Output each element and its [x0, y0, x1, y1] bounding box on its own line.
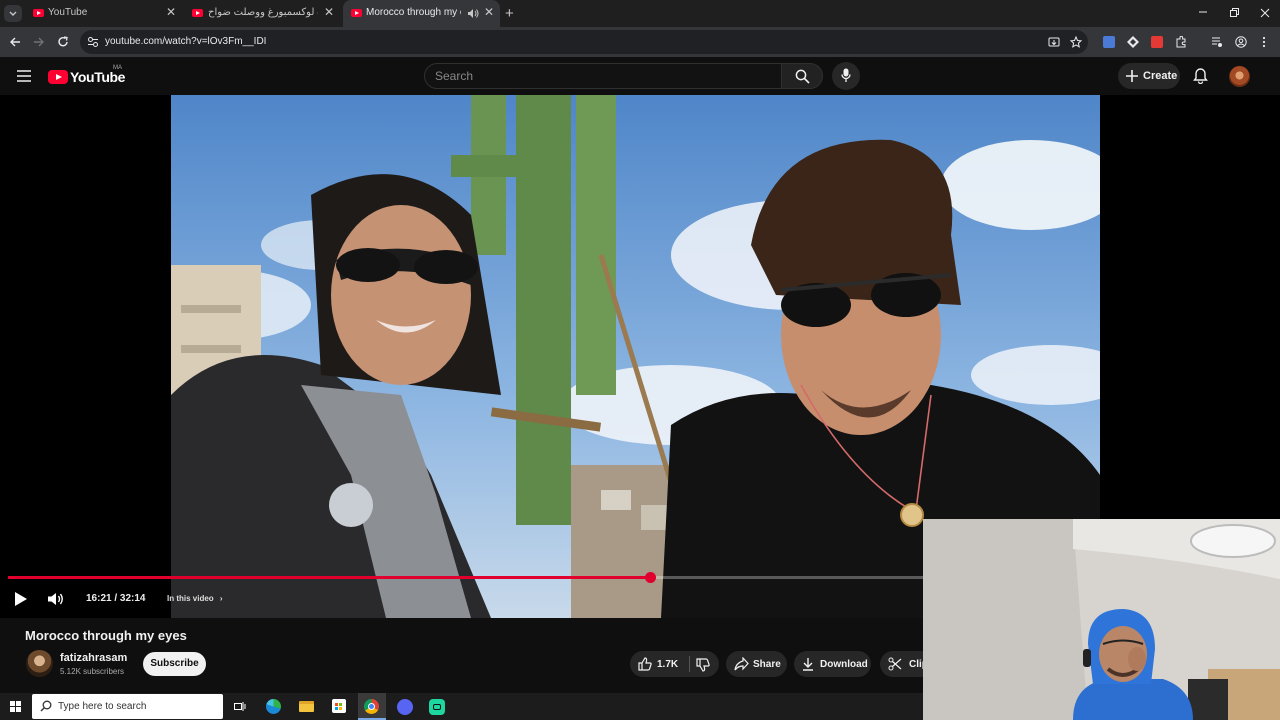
edge-icon[interactable]	[266, 699, 281, 714]
install-app-icon[interactable]	[1048, 36, 1060, 48]
diamond-extension-icon[interactable]	[1127, 36, 1139, 48]
search-icon	[795, 69, 810, 84]
media-controls-icon[interactable]	[1211, 36, 1223, 48]
discord-icon[interactable]	[397, 699, 413, 715]
browser-tab-active[interactable]: Morocco through my eyes ✕	[343, 0, 500, 27]
microphone-icon	[841, 68, 851, 82]
windows-start-icon[interactable]	[10, 701, 21, 712]
like-dislike-group: 1.7K	[630, 651, 719, 677]
menu-hamburger-icon[interactable]	[17, 70, 31, 82]
profile-icon[interactable]	[1235, 36, 1247, 48]
video-title: Morocco through my eyes	[25, 628, 187, 643]
search-icon	[40, 700, 52, 712]
audio-playing-icon[interactable]	[467, 8, 479, 19]
chevron-right-icon: ›	[219, 594, 223, 603]
plus-icon	[1126, 70, 1138, 82]
share-button[interactable]: Share	[726, 651, 787, 677]
address-bar[interactable]: youtube.com/watch?v=lOv3Fm__IDI	[80, 30, 1088, 54]
progress-bar-played	[8, 576, 650, 579]
country-code: MA	[113, 65, 122, 71]
new-tab-button[interactable]: +	[505, 5, 519, 22]
browser-tab[interactable]: عبرت لوكسمبورغ ووصلت ضواح... ✕	[184, 0, 340, 27]
youtube-favicon-icon	[351, 9, 362, 17]
search-box[interactable]	[424, 63, 782, 89]
search-input[interactable]	[435, 68, 765, 84]
like-count: 1.7K	[657, 659, 679, 670]
create-label: Create	[1143, 70, 1178, 82]
browser-tab-strip: YouTube ✕ عبرت لوكسمبورغ ووصلت ضواح... ✕…	[0, 0, 1280, 27]
file-explorer-icon[interactable]	[299, 701, 314, 712]
reload-icon[interactable]	[57, 36, 69, 48]
download-icon	[803, 658, 813, 671]
channel-name[interactable]: fatizahrasam	[60, 652, 127, 664]
share-icon	[734, 657, 749, 671]
close-tab-icon[interactable]: ✕	[324, 5, 334, 19]
window-restore-icon[interactable]	[1229, 8, 1239, 18]
tab-title: عبرت لوكسمبورغ ووصلت ضواح...	[208, 7, 318, 18]
webcam-overlay	[923, 519, 1280, 720]
tab-title: YouTube	[48, 7, 88, 18]
youtube-logo-text: YouTube	[70, 69, 126, 85]
windows-taskbar: Type here to search	[0, 693, 923, 720]
thumbs-down-icon[interactable]	[696, 658, 710, 672]
chevron-down-icon	[9, 11, 17, 16]
share-label: Share	[753, 659, 781, 670]
tab-search-button[interactable]	[4, 5, 22, 22]
task-view-icon[interactable]	[234, 701, 246, 712]
browser-toolbar: youtube.com/watch?v=lOv3Fm__IDI	[0, 27, 1280, 57]
bookmark-star-icon[interactable]	[1070, 36, 1082, 48]
url-text: youtube.com/watch?v=lOv3Fm__IDI	[105, 36, 267, 47]
chapter-label: In this video	[167, 594, 214, 603]
tab-title: Morocco through my eyes	[366, 7, 461, 18]
progress-scrubber-handle[interactable]	[645, 572, 656, 583]
taskbar-search[interactable]: Type here to search	[32, 694, 223, 719]
youtube-favicon-icon	[33, 9, 44, 17]
play-icon[interactable]	[14, 591, 28, 607]
chrome-taskbar-button[interactable]	[358, 693, 386, 720]
download-label: Download	[820, 659, 868, 670]
window-close-icon[interactable]	[1260, 8, 1270, 18]
browser-tab[interactable]: YouTube ✕	[24, 0, 182, 27]
site-info-icon[interactable]	[87, 36, 99, 48]
volume-icon[interactable]	[47, 592, 65, 606]
back-arrow-icon[interactable]	[9, 36, 21, 48]
search-button[interactable]	[781, 63, 823, 89]
forward-arrow-icon[interactable]	[33, 36, 45, 48]
scissors-icon	[888, 657, 902, 671]
red-extension-icon[interactable]	[1151, 36, 1163, 48]
store-icon[interactable]	[332, 699, 346, 713]
chapter-button[interactable]: In this video ›	[167, 594, 223, 603]
close-tab-icon[interactable]: ✕	[166, 5, 176, 19]
account-avatar[interactable]	[1229, 66, 1250, 87]
webcam-image	[923, 519, 1280, 720]
divider	[689, 656, 690, 672]
channel-avatar[interactable]	[26, 650, 53, 677]
notifications-bell-icon[interactable]	[1193, 68, 1208, 84]
like-button[interactable]: 1.7K	[630, 651, 688, 677]
subscribe-label: Subscribe	[150, 658, 199, 669]
youtube-logo-icon	[48, 70, 68, 84]
create-button[interactable]: Create	[1118, 63, 1180, 89]
subscriber-count: 5.12K subscribers	[60, 667, 125, 676]
more-vertical-icon[interactable]	[1261, 36, 1267, 48]
youtube-favicon-icon	[192, 9, 203, 17]
youtube-logo[interactable]: YouTube MA	[48, 65, 128, 86]
time-display: 16:21 / 32:14	[86, 593, 146, 604]
thumbs-up-icon	[638, 657, 652, 671]
voice-search-button[interactable]	[832, 62, 860, 90]
subscribe-button[interactable]: Subscribe	[143, 652, 206, 676]
app-icon[interactable]	[429, 699, 445, 715]
chrome-icon	[364, 699, 379, 714]
youtube-masthead: YouTube MA Create	[0, 57, 1280, 95]
extensions-puzzle-icon[interactable]	[1175, 36, 1187, 48]
translate-extension-icon[interactable]	[1103, 36, 1115, 48]
taskbar-search-placeholder: Type here to search	[58, 701, 147, 712]
download-button[interactable]: Download	[794, 651, 871, 677]
window-minimize-icon[interactable]	[1198, 6, 1208, 16]
close-tab-icon[interactable]: ✕	[484, 5, 494, 19]
